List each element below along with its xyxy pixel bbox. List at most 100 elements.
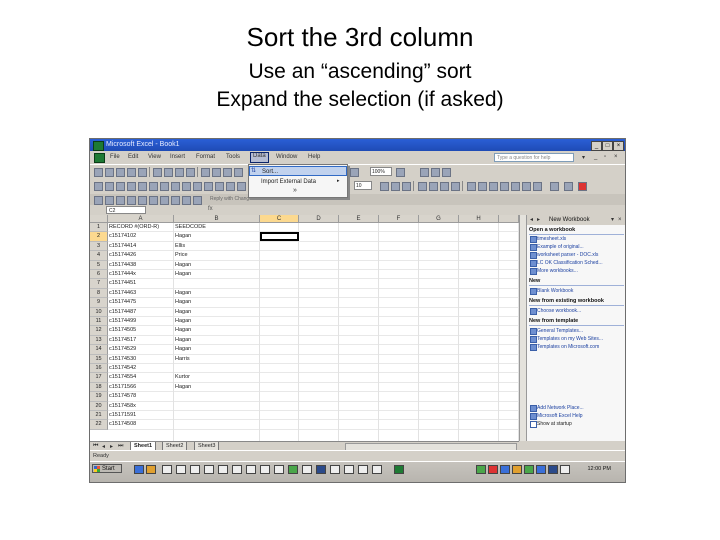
permission-icon[interactable] (127, 168, 136, 177)
row-header[interactable]: 17 (90, 373, 108, 383)
cut-icon[interactable] (201, 168, 210, 177)
taskbar-icon-12[interactable] (288, 465, 298, 474)
tb3-icon-3[interactable] (116, 196, 125, 205)
add-network-place-link[interactable]: Add Network Place... (537, 405, 584, 411)
next-sheet-icon[interactable]: ▸ (110, 443, 113, 450)
row-header[interactable]: 9 (90, 298, 108, 308)
tray-icon-1[interactable] (476, 465, 486, 474)
menu-tools[interactable]: Tools (226, 154, 240, 160)
taskbar-icon-9[interactable] (246, 465, 256, 474)
chart-wizard-icon[interactable] (350, 168, 359, 177)
pane-close-icon[interactable]: × (618, 215, 622, 225)
row-header[interactable]: 2 (90, 232, 108, 242)
row-header[interactable]: 19 (90, 392, 108, 402)
row-header[interactable]: 20 (90, 401, 108, 411)
column-header-f[interactable]: F (379, 215, 419, 223)
taskbar-icon-4[interactable] (176, 465, 186, 474)
menu-data[interactable]: Data (250, 152, 269, 163)
tb2-icon-9[interactable] (182, 182, 191, 191)
last-sheet-icon[interactable]: ⏭ (118, 443, 123, 450)
tray-icon-3[interactable] (500, 465, 510, 474)
tb2-icon-10[interactable] (193, 182, 202, 191)
new-icon[interactable] (94, 168, 103, 177)
row-header[interactable]: 6 (90, 270, 108, 280)
taskbar-icon-5[interactable] (190, 465, 200, 474)
print-icon[interactable] (153, 168, 162, 177)
borders-icon[interactable] (550, 182, 559, 191)
decrease-indent-icon[interactable] (522, 182, 531, 191)
taskbar-icon-16[interactable] (344, 465, 354, 474)
menu-help[interactable]: Help (308, 154, 320, 160)
row-header[interactable]: 8 (90, 288, 108, 299)
open-icon[interactable] (105, 168, 114, 177)
taskbar-icon-8[interactable] (232, 465, 242, 474)
taskbar-icon-6[interactable] (204, 465, 214, 474)
tray-icon-7[interactable] (548, 465, 558, 474)
recent-file-link[interactable]: LC OK Classification Sched... (537, 260, 603, 266)
tray-icon-5[interactable] (524, 465, 534, 474)
menu-file[interactable]: File (110, 154, 120, 160)
tb3-icon-10[interactable] (193, 196, 202, 205)
select-all-corner[interactable] (90, 215, 108, 223)
underline-icon[interactable] (442, 168, 451, 177)
bold-format-icon[interactable] (380, 182, 389, 191)
row-header[interactable]: 7 (90, 279, 108, 289)
menu-expand-chevron-icon[interactable]: » (293, 187, 297, 194)
column-header-d[interactable]: D (299, 215, 339, 223)
row-header[interactable]: 12 (90, 326, 108, 336)
undo-icon[interactable] (234, 168, 243, 177)
tb3-icon-9[interactable] (182, 196, 191, 205)
menu-item-import-external-data[interactable]: Import External Data (249, 177, 347, 187)
menu-view[interactable]: View (148, 154, 161, 160)
tray-icon-8[interactable] (560, 465, 570, 474)
print-preview-icon[interactable] (164, 168, 173, 177)
tb2-icon-1[interactable] (94, 182, 103, 191)
column-header-b[interactable]: B (174, 215, 260, 223)
menu-insert[interactable]: Insert (170, 154, 185, 160)
decrease-decimal-icon[interactable] (511, 182, 520, 191)
bold-icon[interactable] (420, 168, 429, 177)
recent-file-link[interactable]: timesheet.xls (537, 236, 566, 242)
tb2-icon-2[interactable] (105, 182, 114, 191)
tray-icon-6[interactable] (536, 465, 546, 474)
active-cell-c2[interactable] (260, 232, 299, 241)
comma-icon[interactable] (489, 182, 498, 191)
web-templates-link[interactable]: Templates on my Web Sites... (537, 336, 603, 342)
worksheet-grid[interactable]: A B C D E F G H 1 RECORD #(ORD-R) SEEDCODE… (90, 215, 519, 441)
row-header[interactable]: 21 (90, 411, 108, 421)
italic-icon[interactable] (431, 168, 440, 177)
doc-restore-icon[interactable]: ▫ (604, 154, 606, 160)
menu-edit[interactable]: Edit (128, 154, 138, 160)
column-header-h[interactable]: H (459, 215, 499, 223)
menu-window[interactable]: Window (276, 154, 297, 160)
close-icon[interactable]: × (613, 141, 624, 151)
menu-item-sort[interactable]: Sort... (249, 166, 347, 176)
row-header[interactable]: 5 (90, 260, 108, 270)
tb2-icon-12[interactable] (215, 182, 224, 191)
spelling-icon[interactable] (175, 168, 184, 177)
column-header-c[interactable]: C (260, 215, 299, 223)
tb2-icon-6[interactable] (149, 182, 158, 191)
maximize-icon[interactable]: □ (602, 141, 613, 151)
recent-file-link[interactable]: Example of original... (537, 244, 584, 250)
minimize-icon[interactable]: _ (591, 141, 602, 151)
taskbar-icon-13[interactable] (302, 465, 312, 474)
research-icon[interactable] (186, 168, 195, 177)
row-header[interactable]: 14 (90, 345, 108, 355)
row-header[interactable]: 15 (90, 354, 108, 364)
name-box[interactable]: C2 (106, 206, 146, 214)
taskbar-icon-2[interactable] (146, 465, 156, 474)
excel-help-link[interactable]: Microsoft Excel Help (537, 413, 583, 419)
question-box[interactable]: Type a question for help (494, 153, 574, 162)
microsoft-templates-link[interactable]: Templates on Microsoft.com (537, 344, 599, 350)
tb2-icon-7[interactable] (160, 182, 169, 191)
more-workbooks-link[interactable]: More workbooks... (537, 268, 578, 274)
tb3-icon-4[interactable] (127, 196, 136, 205)
currency-icon[interactable] (467, 182, 476, 191)
tb2-icon-4[interactable] (127, 182, 136, 191)
row-header[interactable]: 18 (90, 382, 108, 393)
row-header[interactable]: 22 (90, 420, 108, 430)
row-header[interactable]: 1 (90, 223, 108, 233)
merge-center-icon[interactable] (451, 182, 460, 191)
back-icon[interactable]: ◂ (530, 215, 533, 225)
